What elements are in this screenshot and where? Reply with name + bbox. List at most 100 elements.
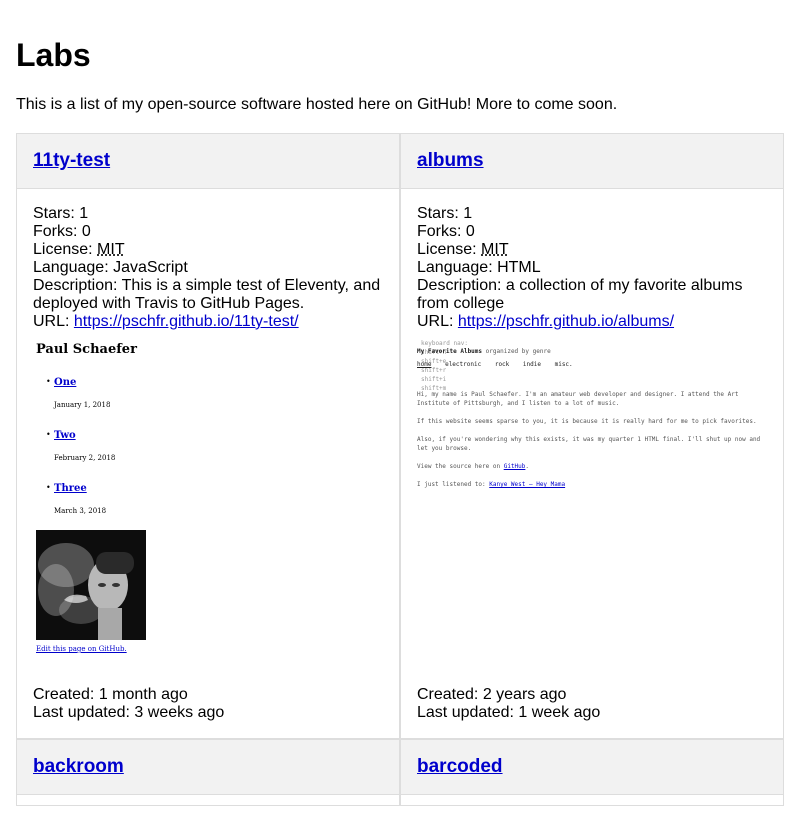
forks-line: Forks: 0 [33,223,383,241]
preview-post-item: • Two February 2, 2018 [46,424,383,467]
repo-card-11ty-test: 11ty-test Stars: 1 Forks: 0 License: MIT… [16,133,400,739]
preview-post-item: • One January 1, 2018 [46,371,383,414]
page: Labs This is a list of my open-source so… [0,37,800,806]
language-label: Language: [33,259,114,276]
bullet-icon: • [46,430,51,439]
url-line: URL: https://pschfr.github.io/albums/ [417,313,767,331]
preview-post-link: Two [54,430,76,441]
forks-value: 0 [465,223,475,240]
updated-label: Last updated: [417,704,519,721]
license-line: License: MIT [33,241,383,259]
repo-title-link[interactable]: backroom [33,757,124,776]
preview-post-item: • Three March 3, 2018 [46,477,383,520]
preview-heading-sub: organized by genre [485,348,551,355]
description-line: Description: a collection of my favorite… [417,277,767,313]
page-title: Labs [16,37,91,73]
repo-card-body: Stars: 1 Forks: 0 License: MIT Language:… [17,189,399,738]
repo-card-header: albums [401,134,783,189]
preview-post-date: February 2, 2018 [54,454,116,462]
stars-label: Stars: [417,205,464,222]
preview-text: View the source here on [417,463,504,470]
created-value: 2 years ago [482,686,567,703]
bullet-icon: • [46,377,51,386]
repo-url-link[interactable]: https://pschfr.github.io/11ty-test/ [74,313,299,330]
updated-value: 3 weeks ago [134,704,225,721]
language-label: Language: [417,259,498,276]
preview-nav-item: misc. [554,361,573,368]
repo-card-barcoded: barcoded [400,739,784,806]
repo-grid: 11ty-test Stars: 1 Forks: 0 License: MIT… [16,133,784,806]
stars-line: Stars: 1 [33,205,383,223]
portrait-photo [36,530,146,640]
preview-heading-title: My Favorite Albums [417,348,483,355]
repo-title-link[interactable]: 11ty-test [33,151,110,170]
preview-song-link: Kanye West — Hey Mama [489,481,566,488]
repo-card-header: backroom [17,740,399,795]
preview-heading: My Favorite Albums organized by genre [417,347,551,356]
preview-nav-item: rock [494,361,510,368]
repo-url-link[interactable]: https://pschfr.github.io/albums/ [458,313,674,330]
page-intro: This is a list of my open-source softwar… [16,96,618,113]
description-label: Description: [417,277,506,294]
preview-nav-item: indie [522,361,541,368]
preview-post-link: One [54,377,77,388]
preview-site-title: Paul Schaefer [36,342,137,357]
stars-value: 1 [79,205,89,222]
preview-nav-item: home [417,361,432,368]
repo-card-backroom: backroom [16,739,400,806]
preview-post-date: March 3, 2018 [54,507,107,515]
created-label: Created: [33,686,99,703]
site-preview-screenshot: Paul Schaefer • One January 1, 2018 • Two Fe… [33,339,383,686]
created-line: Created: 2 years ago [417,686,767,704]
preview-paragraph: If this website seems sparse to you, it … [417,418,757,425]
url-label: URL: [417,313,458,330]
license-value: MIT [481,241,509,258]
forks-label: Forks: [417,223,466,240]
license-line: License: MIT [417,241,767,259]
preview-nav-item: electronic [445,361,482,368]
url-line: URL: https://pschfr.github.io/11ty-test/ [33,313,383,331]
repo-card-header: barcoded [401,740,783,795]
forks-value: 0 [81,223,91,240]
preview-paragraph: Hi, my name is Paul Schaefer. I'm an ama… [417,391,739,407]
preview-github-link: GitHub [503,463,526,470]
preview-edit-link: Edit this page on GitHub. [36,645,127,653]
repo-card-albums: albums Stars: 1 Forks: 0 License: MIT La… [400,133,784,739]
preview-paragraph: I just listened to: Kanye West — Hey Mam… [417,480,767,489]
license-label: License: [33,241,98,258]
updated-value: 1 week ago [518,704,601,721]
preview-post-list: • One January 1, 2018 • Two February 2, 2018… [33,371,383,520]
stars-value: 1 [463,205,473,222]
preview-nav: home electronic rock indie misc. [417,360,583,369]
language-line: Language: JavaScript [33,259,383,277]
language-line: Language: HTML [417,259,767,277]
language-value: HTML [497,259,541,276]
preview-paragraph: Also, if you're wondering why this exist… [417,436,761,452]
preview-text: I just listened to: [417,481,490,488]
forks-line: Forks: 0 [417,223,767,241]
repo-title-link[interactable]: albums [417,151,484,170]
updated-line: Last updated: 1 week ago [417,704,767,722]
url-label: URL: [33,313,74,330]
portrait-image [36,530,146,640]
site-preview-screenshot: keyboard nav: shift+h shift+e shift+r sh… [417,339,767,686]
repo-title-link[interactable]: barcoded [417,757,503,776]
created-value: 1 month ago [98,686,188,703]
kbd-line: shift+i [421,376,447,383]
license-label: License: [417,241,482,258]
updated-label: Last updated: [33,704,135,721]
preview-post-link: Three [54,483,87,494]
stars-label: Stars: [33,205,80,222]
stars-line: Stars: 1 [417,205,767,223]
preview-post-date: January 1, 2018 [54,401,111,409]
language-value: JavaScript [113,259,188,276]
forks-label: Forks: [33,223,82,240]
preview-paragraph: View the source here on GitHub. [417,463,530,470]
preview-body-text: Hi, my name is Paul Schaefer. I'm an ama… [417,390,767,498]
license-value: MIT [97,241,125,258]
created-line: Created: 1 month ago [33,686,383,704]
bullet-icon: • [46,483,51,492]
description-line: Description: This is a simple test of El… [33,277,383,313]
updated-line: Last updated: 3 weeks ago [33,704,383,722]
repo-card-header: 11ty-test [17,134,399,189]
